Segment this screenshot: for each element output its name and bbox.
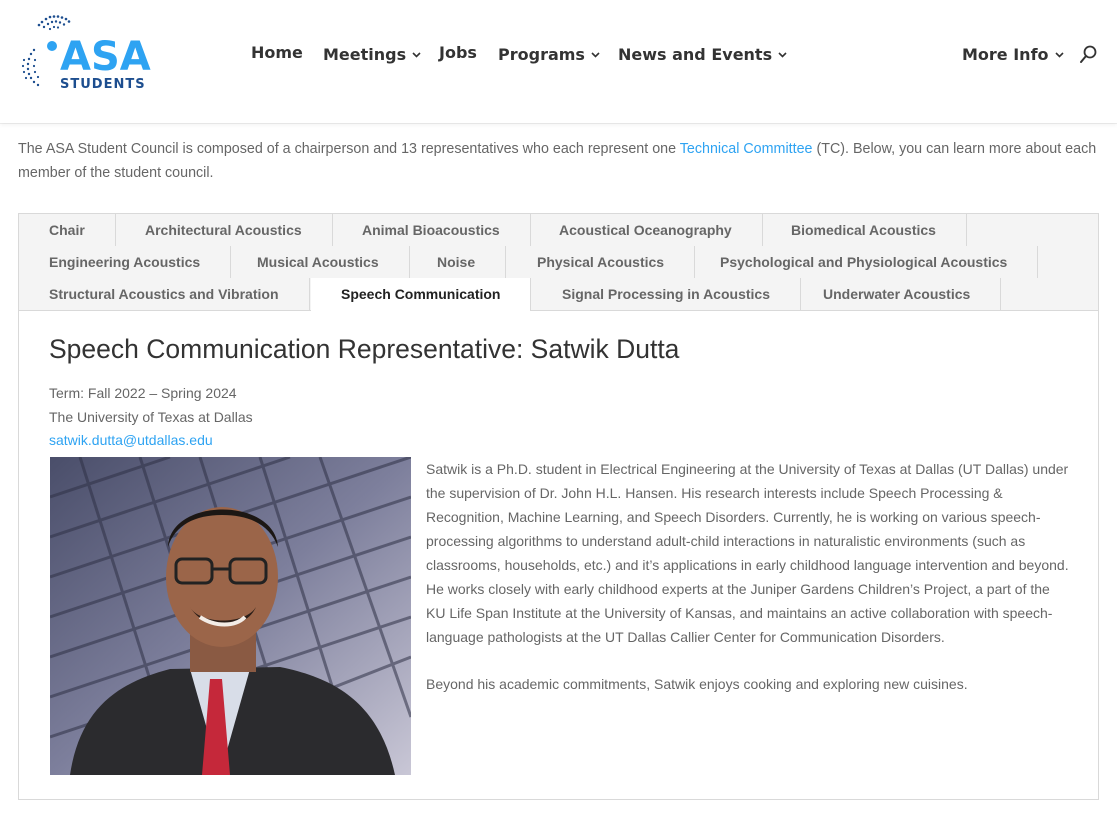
- logo-text-students: STUDENTS: [60, 77, 146, 92]
- site-header: ASA STUDENTS Home Meetings Jobs Programs…: [0, 0, 1117, 123]
- chevron-down-icon: [778, 42, 787, 64]
- tab-label: Architectural Acoustics: [145, 222, 302, 238]
- tab-signal-processing-in-acoustics[interactable]: Signal Processing in Acoustics: [532, 278, 801, 310]
- tab-label: Musical Acoustics: [257, 254, 379, 270]
- nav-item-home[interactable]: Home: [251, 42, 303, 64]
- tab-label: Structural Acoustics and Vibration: [49, 286, 279, 302]
- search-icon[interactable]: [1078, 44, 1100, 66]
- nav-label: News and Events: [618, 45, 773, 64]
- representative-meta: Term: Fall 2022 – Spring 2024 The Univer…: [49, 382, 1069, 453]
- tab-label: Engineering Acoustics: [49, 254, 201, 270]
- term-text: Term: Fall 2022 – Spring 2024: [49, 385, 237, 401]
- tab-engineering-acoustics[interactable]: Engineering Acoustics: [19, 246, 232, 278]
- tab-physical-acoustics[interactable]: Physical Acoustics: [507, 246, 696, 278]
- representative-bio: Satwik is a Ph.D. student in Electrical …: [426, 457, 1072, 696]
- nav-item-programs[interactable]: Programs: [498, 42, 600, 66]
- tab-label: Animal Bioacoustics: [362, 222, 500, 238]
- nav-item-news-and-events[interactable]: News and Events: [618, 42, 787, 66]
- main-nav: Home Meetings Jobs Programs News and Eve…: [0, 42, 1117, 66]
- representative-title: Speech Communication Representative: Sat…: [49, 334, 680, 364]
- tab-label: Signal Processing in Acoustics: [562, 286, 770, 302]
- tab-label: Chair: [49, 222, 85, 238]
- tab-label: Noise: [437, 254, 476, 270]
- technical-committee-link[interactable]: Technical Committee: [680, 141, 813, 157]
- tab-bar: Chair Architectural Acoustics Animal Bio…: [19, 214, 1098, 311]
- representative-photo: [50, 457, 411, 775]
- intro-paragraph: The ASA Student Council is composed of a…: [18, 137, 1098, 185]
- tab-label: Physical Acoustics: [537, 254, 665, 270]
- chevron-down-icon: [1054, 42, 1064, 64]
- tab-content: Speech Communication Representative: Sat…: [49, 332, 1069, 453]
- nav-item-more-info[interactable]: More Info: [962, 42, 1064, 66]
- email-link[interactable]: satwik.dutta@utdallas.edu: [49, 432, 213, 448]
- tab-musical-acoustics[interactable]: Musical Acoustics: [227, 246, 410, 278]
- tab-biomedical-acoustics[interactable]: Biomedical Acoustics: [761, 214, 967, 246]
- tab-noise[interactable]: Noise: [407, 246, 507, 278]
- school-text: The University of Texas at Dallas: [49, 408, 253, 425]
- tab-label: Speech Communication: [341, 286, 501, 302]
- chevron-down-icon: [591, 42, 600, 64]
- tab-underwater-acoustics[interactable]: Underwater Acoustics: [793, 278, 1002, 310]
- tab-psychological-and-physiological-acoustics[interactable]: Psychological and Physiological Acoustic…: [690, 246, 1039, 278]
- intro-text: The ASA Student Council is composed of a…: [18, 141, 680, 157]
- nav-label: More Info: [962, 45, 1049, 64]
- tab-animal-bioacoustics[interactable]: Animal Bioacoustics: [332, 214, 531, 246]
- nav-label: Jobs: [439, 43, 477, 62]
- tab-chair[interactable]: Chair: [19, 214, 116, 246]
- bio-paragraph: Satwik is a Ph.D. student in Electrical …: [426, 461, 1069, 645]
- tab-structural-acoustics-and-vibration[interactable]: Structural Acoustics and Vibration: [19, 278, 310, 310]
- council-tabs-panel: Chair Architectural Acoustics Animal Bio…: [18, 213, 1099, 800]
- tab-acoustical-oceanography[interactable]: Acoustical Oceanography: [529, 214, 763, 246]
- tab-label: Underwater Acoustics: [823, 286, 971, 302]
- chevron-down-icon: [412, 42, 421, 64]
- nav-label: Home: [251, 43, 303, 62]
- nav-item-meetings[interactable]: Meetings: [323, 42, 421, 66]
- tab-label: Psychological and Physiological Acoustic…: [720, 254, 1008, 270]
- bio-paragraph: Beyond his academic commitments, Satwik …: [426, 676, 968, 692]
- tab-label: Biomedical Acoustics: [791, 222, 936, 238]
- nav-label: Meetings: [323, 45, 407, 64]
- tab-speech-communication[interactable]: Speech Communication: [311, 278, 532, 311]
- nav-label: Programs: [498, 45, 585, 64]
- tab-architectural-acoustics[interactable]: Architectural Acoustics: [115, 214, 333, 246]
- tab-label: Acoustical Oceanography: [559, 222, 732, 238]
- nav-item-jobs[interactable]: Jobs: [439, 42, 477, 64]
